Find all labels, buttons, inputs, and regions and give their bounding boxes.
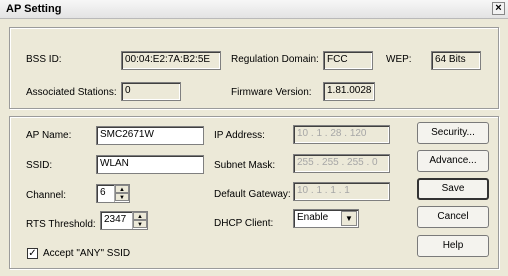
default-gateway-input[interactable]: 10 . 1 . 1 . 1 <box>293 182 390 201</box>
subnet-mask-input[interactable]: 255 . 255 . 255 . 0 <box>293 154 390 173</box>
security-button[interactable]: Security... <box>417 122 489 144</box>
spin-up-icon[interactable]: ▲ <box>133 212 147 220</box>
close-icon[interactable]: × <box>492 2 505 15</box>
ip-address-input[interactable]: 10 . 1 . 28 . 120 <box>293 125 390 144</box>
advance-button[interactable]: Advance... <box>417 150 489 172</box>
help-button[interactable]: Help <box>417 235 489 257</box>
regulation-domain-label: Regulation Domain: <box>231 54 319 65</box>
regulation-domain-field: FCC <box>323 51 373 70</box>
associated-stations-label: Associated Stations: <box>26 87 117 98</box>
cancel-button[interactable]: Cancel <box>417 206 489 228</box>
wep-field: 64 Bits <box>431 51 481 70</box>
spin-up-icon[interactable]: ▲ <box>115 185 129 193</box>
channel-value: 6 <box>100 187 106 198</box>
firmware-version-field: 1.81.0028 <box>323 82 375 101</box>
accept-any-ssid-label: Accept "ANY" SSID <box>43 248 131 259</box>
dhcp-client-select[interactable]: Enable ▼ <box>293 209 359 228</box>
ssid-input[interactable]: WLAN <box>96 155 204 174</box>
default-gateway-label: Default Gateway: <box>214 189 291 200</box>
wep-label: WEP: <box>386 54 412 65</box>
bss-id-label: BSS ID: <box>26 54 62 65</box>
ap-name-input[interactable]: SMC2671W <box>96 126 204 145</box>
channel-stepper[interactable]: 6 ▲ ▼ <box>96 184 130 203</box>
title-bar: AP Setting × <box>0 0 508 19</box>
rts-threshold-stepper[interactable]: 2347 ▲ ▼ <box>100 211 148 230</box>
firmware-version-label: Firmware Version: <box>231 87 312 98</box>
window-title: AP Setting <box>6 3 62 15</box>
bss-id-field: 00:04:E2:7A:B2:5E <box>121 51 221 70</box>
associated-stations-field: 0 <box>121 82 181 101</box>
save-button[interactable]: Save <box>417 178 489 200</box>
spin-down-icon[interactable]: ▼ <box>115 193 129 201</box>
ssid-label: SSID: <box>26 160 53 171</box>
ap-name-label: AP Name: <box>26 130 72 141</box>
spin-down-icon[interactable]: ▼ <box>133 220 147 228</box>
ip-address-label: IP Address: <box>214 130 265 141</box>
subnet-mask-label: Subnet Mask: <box>214 160 276 171</box>
rts-threshold-label: RTS Threshold: <box>26 219 96 230</box>
chevron-down-icon[interactable]: ▼ <box>341 211 357 226</box>
rts-threshold-value: 2347 <box>104 214 127 225</box>
channel-label: Channel: <box>26 190 67 201</box>
dhcp-client-label: DHCP Client: <box>214 218 274 229</box>
accept-any-ssid-checkbox[interactable]: ✓ <box>27 248 38 259</box>
dhcp-client-value: Enable <box>297 212 329 223</box>
